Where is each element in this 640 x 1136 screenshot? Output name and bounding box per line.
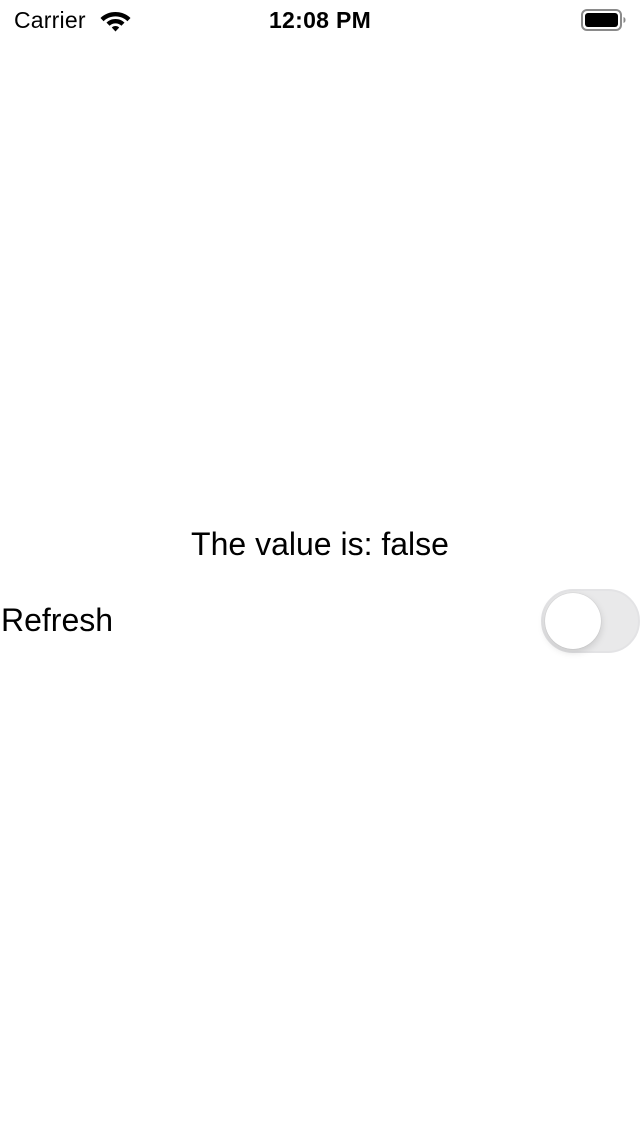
toggle-knob[interactable] (545, 593, 601, 649)
battery-icon (581, 8, 627, 32)
refresh-label: Refresh (1, 602, 114, 638)
refresh-toggle[interactable] (541, 589, 640, 653)
value-status-text: The value is: false (191, 526, 449, 562)
status-bar: Carrier 12:08 PM (0, 0, 640, 40)
status-time: 12:08 PM (268, 7, 372, 33)
